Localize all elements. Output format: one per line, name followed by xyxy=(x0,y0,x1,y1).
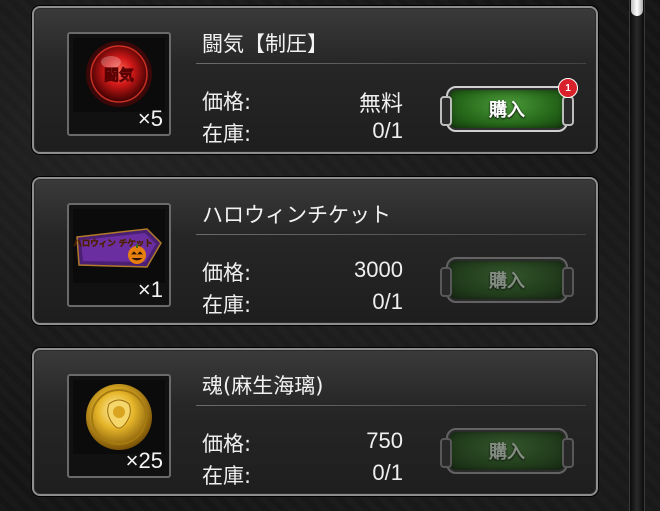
scrollbar-thumb[interactable] xyxy=(631,0,643,16)
shop-item-card: ×25 魂(麻生海璃) 価格: 750 在庫: 0/1 購入 xyxy=(32,348,598,496)
buy-button[interactable]: 購入 xyxy=(440,257,574,303)
halloween-ticket-icon: ハロウィン チケット xyxy=(73,209,165,283)
price-label: 価格: xyxy=(202,432,252,456)
item-thumbnail: ×25 xyxy=(67,374,171,478)
red-fighting-spirit-orb-icon: 闘気 xyxy=(73,38,165,112)
divider xyxy=(196,63,586,64)
orb-glyph: 闘気 xyxy=(104,66,134,84)
divider xyxy=(196,234,586,235)
gold-soul-coin-icon xyxy=(73,380,165,454)
stock-value: 0/1 xyxy=(372,460,403,485)
stock-label: 在庫: xyxy=(202,122,252,146)
price-label: 価格: xyxy=(202,90,252,114)
price-value: 3000 xyxy=(354,257,403,282)
stock-label: 在庫: xyxy=(202,464,252,488)
item-name: 魂(麻生海璃) xyxy=(202,374,324,398)
stock-label: 在庫: xyxy=(202,293,252,317)
price-value: 750 xyxy=(366,428,403,453)
item-name: ハロウィンチケット xyxy=(202,203,391,227)
buy-button[interactable]: 購入 1 xyxy=(440,78,578,132)
scrollbar-track[interactable] xyxy=(629,0,645,511)
price-value: 無料 xyxy=(358,91,403,116)
buy-button[interactable]: 購入 xyxy=(440,428,574,474)
shop-item-card: 闘気 ×5 闘気【制圧】 価格: 無料 在庫: 0/1 購入 1 xyxy=(32,6,598,154)
price-label: 価格: xyxy=(202,261,252,285)
item-thumbnail: ハロウィン チケット ×1 xyxy=(67,203,171,307)
divider xyxy=(196,405,586,406)
buy-button-label: 購入 xyxy=(489,100,525,121)
item-quantity: ×25 xyxy=(125,448,163,473)
buy-button-label: 購入 xyxy=(489,442,525,463)
buy-button-label: 購入 xyxy=(489,271,525,292)
stock-value: 0/1 xyxy=(372,289,403,314)
item-quantity: ×5 xyxy=(137,106,163,131)
item-thumbnail: 闘気 ×5 xyxy=(67,32,171,136)
notification-badge: 1 xyxy=(558,78,578,98)
stock-value: 0/1 xyxy=(372,118,403,143)
shop-item-card: ハロウィン チケット ×1 ハロウィンチケット 価格: 3000 在庫: 0/1… xyxy=(32,177,598,325)
item-name: 闘気【制圧】 xyxy=(202,32,328,56)
item-quantity: ×1 xyxy=(137,277,163,302)
